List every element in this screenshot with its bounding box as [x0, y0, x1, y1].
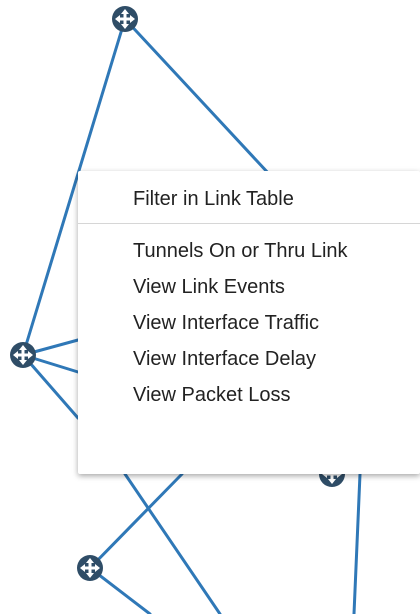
menu-item-view-link-events[interactable]: View Link Events: [78, 269, 420, 305]
link-context-menu: Filter in Link Table Tunnels On or Thru …: [78, 171, 420, 474]
link[interactable]: [123, 472, 222, 614]
router-icon[interactable]: [10, 342, 36, 368]
topology-canvas[interactable]: Filter in Link Table Tunnels On or Thru …: [0, 0, 420, 614]
router-icon[interactable]: [77, 555, 103, 581]
link[interactable]: [352, 472, 362, 614]
menu-item-filter-in-link-table[interactable]: Filter in Link Table: [78, 181, 420, 217]
menu-separator: [78, 223, 420, 224]
menu-item-view-packet-loss[interactable]: View Packet Loss: [78, 377, 420, 413]
router-icon[interactable]: [112, 6, 138, 32]
menu-item-view-interface-delay[interactable]: View Interface Delay: [78, 341, 420, 377]
link[interactable]: [123, 17, 272, 177]
menu-item-tunnels-on-or-thru-link[interactable]: Tunnels On or Thru Link: [78, 233, 420, 269]
menu-item-view-interface-traffic[interactable]: View Interface Traffic: [78, 305, 420, 341]
